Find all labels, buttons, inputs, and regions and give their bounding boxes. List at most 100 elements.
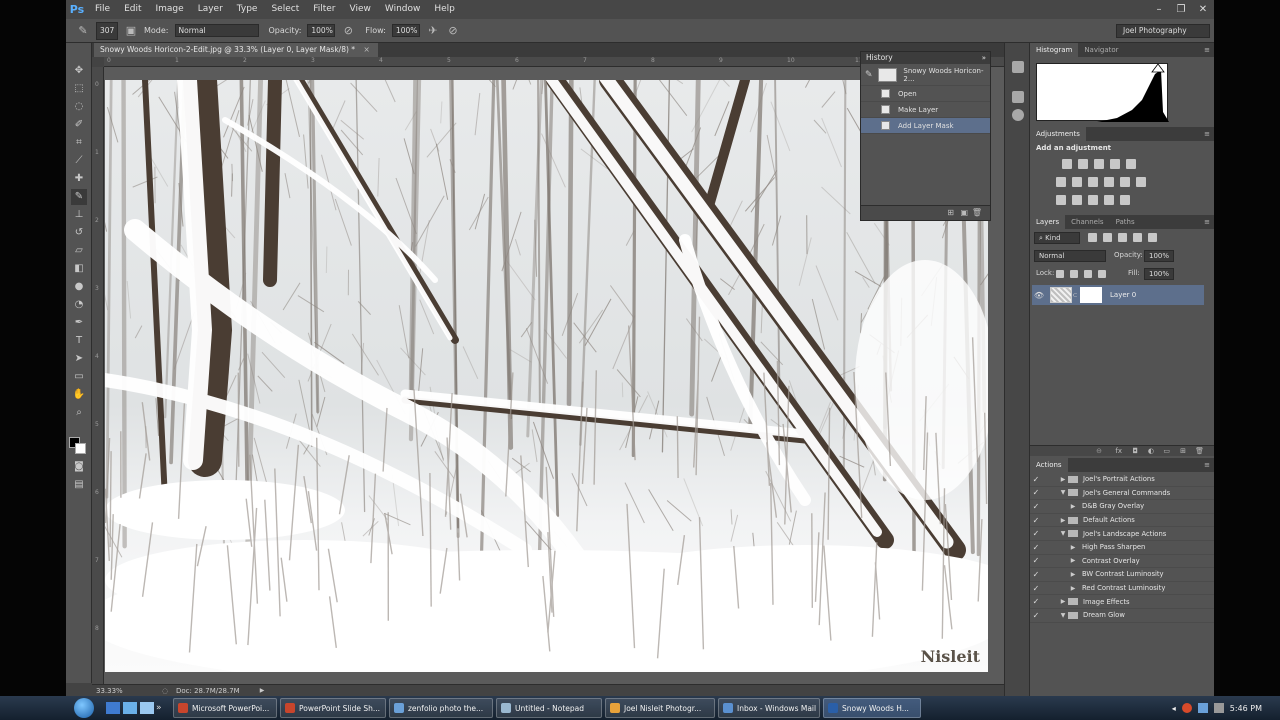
quicklaunch-explorer-icon[interactable]: [123, 702, 137, 714]
tab-layers[interactable]: Layers: [1030, 215, 1066, 229]
new-layer-icon[interactable]: ⊞: [1180, 447, 1186, 455]
history-step[interactable]: Open: [861, 86, 990, 102]
document-tab[interactable]: Snowy Woods Horicon-2-Edit.jpg @ 33.3% (…: [94, 43, 378, 57]
taskbar-task-button[interactable]: Inbox - Windows Mail: [718, 698, 820, 718]
action-enabled-checkmark-icon[interactable]: ✓: [1030, 584, 1042, 593]
pressure-opacity-icon[interactable]: ⊘: [341, 24, 355, 38]
action-set-row[interactable]: ✓ ▼ Dream Glow: [1030, 609, 1214, 623]
tab-actions[interactable]: Actions: [1030, 458, 1068, 472]
dialog-toggle-icon[interactable]: [1045, 597, 1055, 607]
layer-visibility-eye-icon[interactable]: 👁: [1032, 291, 1046, 300]
dialog-toggle-icon[interactable]: [1045, 515, 1055, 525]
layer-row[interactable]: 👁 ⊂ Layer 0: [1032, 285, 1204, 305]
start-button[interactable]: [70, 697, 98, 719]
history-brush-tool-icon[interactable]: ↺: [71, 225, 87, 241]
action-enabled-checkmark-icon[interactable]: ✓: [1030, 488, 1042, 497]
action-enabled-checkmark-icon[interactable]: ✓: [1030, 529, 1042, 538]
action-row[interactable]: ✓ ▶ BW Contrast Luminosity: [1030, 568, 1214, 582]
pressure-size-icon[interactable]: ⊘: [446, 24, 460, 38]
document-canvas-photo[interactable]: Nisleit: [105, 80, 988, 672]
vibrance-icon[interactable]: [1126, 159, 1136, 169]
tray-expand-icon[interactable]: ◂: [1172, 704, 1176, 713]
history-step[interactable]: Make Layer: [861, 102, 990, 118]
airbrush-icon[interactable]: ✈: [426, 24, 440, 38]
brush-size-picker[interactable]: 307: [96, 21, 118, 40]
lock-transparent-icon[interactable]: [1056, 270, 1064, 278]
panel-menu-icon[interactable]: ≡: [1204, 218, 1214, 226]
type-tool-icon[interactable]: T: [71, 333, 87, 349]
workspace-switcher[interactable]: Joel Photography: [1116, 24, 1210, 38]
crop-tool-icon[interactable]: ⌗: [71, 135, 87, 151]
channel-mixer-icon[interactable]: [1120, 177, 1130, 187]
new-group-icon[interactable]: ▭: [1163, 447, 1170, 455]
menu-edit[interactable]: Edit: [117, 0, 148, 19]
panel-collapse-icon[interactable]: »: [982, 52, 990, 64]
action-set-row[interactable]: ✓ ▶ Default Actions: [1030, 514, 1214, 528]
action-row[interactable]: ✓ ▶ Red Contrast Luminosity: [1030, 582, 1214, 596]
filter-shape-icon[interactable]: [1133, 233, 1142, 242]
black-white-icon[interactable]: [1088, 177, 1098, 187]
zoom-level[interactable]: 33.33%: [96, 687, 132, 695]
expand-triangle-icon[interactable]: ▶: [1058, 476, 1068, 483]
taskbar-task-button[interactable]: PowerPoint Slide Sh...: [280, 698, 386, 718]
close-document-icon[interactable]: ×: [363, 45, 369, 54]
expand-triangle-icon[interactable]: ▶: [1068, 557, 1078, 564]
eraser-tool-icon[interactable]: ▱: [71, 243, 87, 259]
flow-input[interactable]: 100%: [391, 24, 420, 37]
lock-image-icon[interactable]: [1070, 270, 1078, 278]
link-layers-icon[interactable]: ⊖: [1096, 447, 1102, 455]
clock[interactable]: 5:46 PM: [1230, 704, 1262, 713]
expand-triangle-icon[interactable]: ▶: [1058, 517, 1068, 524]
posterize-icon[interactable]: [1072, 195, 1082, 205]
layer-filter-kind-select[interactable]: ⌕ Kind: [1034, 232, 1080, 244]
taskbar-task-button[interactable]: Joel Nisleit Photogr...: [605, 698, 715, 718]
selective-color-icon[interactable]: [1120, 195, 1130, 205]
dialog-toggle-icon[interactable]: [1045, 501, 1055, 511]
layer-thumbnail[interactable]: [1050, 287, 1072, 303]
invert-icon[interactable]: [1056, 195, 1066, 205]
action-set-row[interactable]: ✓ ▶ Image Effects: [1030, 595, 1214, 609]
layer-mask-thumbnail[interactable]: [1080, 287, 1102, 303]
filter-adjustment-icon[interactable]: [1103, 233, 1112, 242]
expand-triangle-icon[interactable]: ▶: [1068, 544, 1078, 551]
taskbar-task-button[interactable]: Snowy Woods H...: [823, 698, 921, 718]
exposure-icon[interactable]: [1110, 159, 1120, 169]
action-set-row[interactable]: ✓ ▼ Joel's General Commands: [1030, 487, 1214, 501]
marquee-tool-icon[interactable]: ⬚: [71, 81, 87, 97]
action-row[interactable]: ✓ ▶ D&B Gray Overlay: [1030, 500, 1214, 514]
filter-pixel-icon[interactable]: [1088, 233, 1097, 242]
lasso-tool-icon[interactable]: ◌: [71, 99, 87, 115]
status-menu-arrow-icon[interactable]: ▶: [260, 687, 265, 694]
dialog-toggle-icon[interactable]: [1045, 542, 1055, 552]
filter-type-icon[interactable]: [1118, 233, 1127, 242]
dodge-tool-icon[interactable]: ◔: [71, 297, 87, 313]
tray-app-icon[interactable]: [1181, 703, 1192, 713]
action-enabled-checkmark-icon[interactable]: ✓: [1030, 475, 1042, 484]
menu-layer[interactable]: Layer: [191, 0, 230, 19]
filter-smart-object-icon[interactable]: [1148, 233, 1157, 242]
tab-navigator[interactable]: Navigator: [1078, 43, 1124, 57]
action-enabled-checkmark-icon[interactable]: ✓: [1030, 597, 1042, 606]
action-enabled-checkmark-icon[interactable]: ✓: [1030, 570, 1042, 579]
action-enabled-checkmark-icon[interactable]: ✓: [1030, 543, 1042, 552]
pen-tool-icon[interactable]: ✒: [71, 315, 87, 331]
menu-select[interactable]: Select: [264, 0, 306, 19]
collapse-triangle-icon[interactable]: ▼: [1058, 612, 1068, 619]
move-tool-icon[interactable]: ✥: [71, 63, 87, 79]
photo-filter-icon[interactable]: [1104, 177, 1114, 187]
dialog-toggle-icon[interactable]: [1045, 529, 1055, 539]
taskbar-task-button[interactable]: Untitled - Notepad: [496, 698, 602, 718]
action-enabled-checkmark-icon[interactable]: ✓: [1030, 611, 1042, 620]
brush-presets-icon[interactable]: [1012, 91, 1024, 103]
layer-opacity-input[interactable]: 100%: [1144, 250, 1174, 262]
action-enabled-checkmark-icon[interactable]: ✓: [1030, 556, 1042, 565]
gradient-map-icon[interactable]: [1104, 195, 1114, 205]
expand-triangle-icon[interactable]: ▶: [1068, 585, 1078, 592]
dialog-toggle-icon[interactable]: [1045, 610, 1055, 620]
tab-channels[interactable]: Channels: [1065, 215, 1109, 229]
new-document-from-state-icon[interactable]: ⊞: [947, 208, 954, 217]
expand-triangle-icon[interactable]: ▶: [1068, 503, 1078, 510]
healing-brush-tool-icon[interactable]: ✚: [71, 171, 87, 187]
action-row[interactable]: ✓ ▶ Contrast Overlay: [1030, 555, 1214, 569]
layer-style-fx-icon[interactable]: fx: [1115, 447, 1122, 455]
